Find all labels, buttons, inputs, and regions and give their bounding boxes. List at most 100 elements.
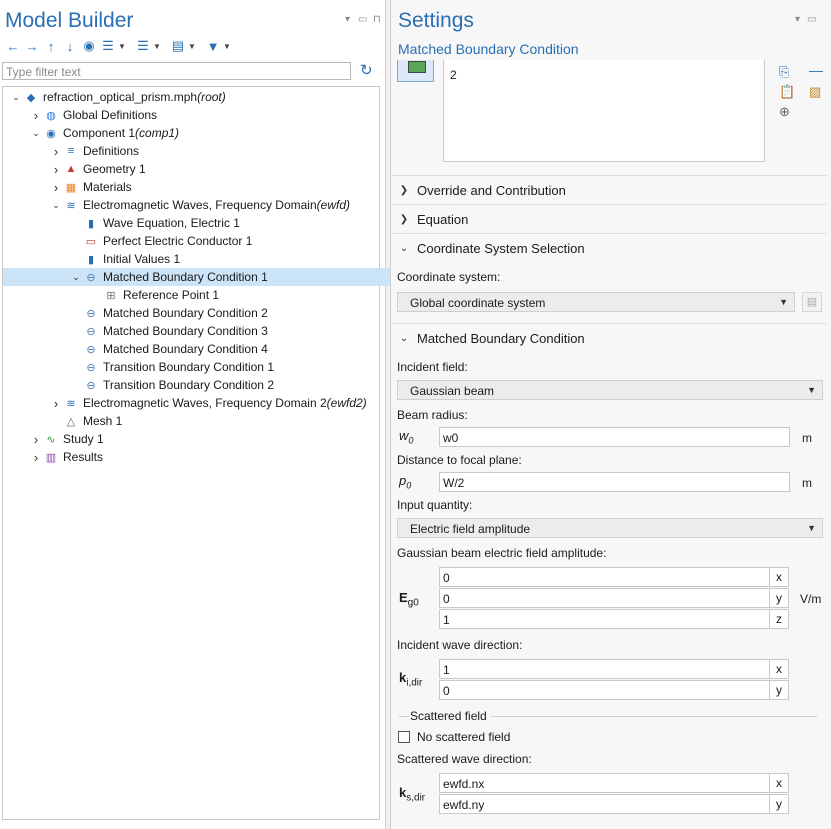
tree-node[interactable]: ⊖ Transition Boundary Condition 2 — [3, 376, 445, 394]
section-coordinate[interactable]: ⌄ Coordinate System Selection — [391, 233, 827, 262]
move-up-icon[interactable]: ↑ — [42, 38, 60, 54]
tree-node[interactable]: › ▥ Results — [3, 448, 405, 466]
selection-active-toggle[interactable] — [397, 60, 434, 82]
go-to-source-icon[interactable]: ▤ — [802, 292, 822, 312]
no-scattered-field-checkbox[interactable] — [398, 731, 410, 743]
tree-filter-input[interactable]: Type filter text — [2, 62, 351, 80]
chevron-down-icon: ⌄ — [399, 332, 409, 344]
coordinate-system-select[interactable]: Global coordinate system ▼ — [397, 292, 795, 312]
tree-node-label: Wave Equation, Electric 1 — [103, 216, 240, 230]
tree-node[interactable]: › ≡ Definitions — [3, 142, 425, 160]
minimize-icon[interactable]: ▭ — [358, 14, 367, 25]
tree-node[interactable]: ⊖ Matched Boundary Condition 2 — [3, 304, 445, 322]
component-icon: ◉ — [46, 127, 56, 140]
tree-node[interactable]: ⊖ Matched Boundary Condition 3 — [3, 322, 445, 340]
clear-selection-icon[interactable]: ▨ — [809, 84, 821, 100]
filter-dropdown-icon[interactable]: ▼ — [223, 38, 231, 54]
vector-component-input[interactable]: 1 — [439, 659, 770, 679]
tree-node[interactable]: ⌄ ◆ refraction_optical_prism.mph (root) — [3, 88, 385, 106]
refresh-icon[interactable]: ↻ — [360, 61, 373, 79]
focal-distance-input[interactable]: W/2 — [439, 472, 790, 492]
tree-node[interactable]: ⌄ ◉ Component 1 (comp1) — [3, 124, 405, 142]
chevron-right-icon[interactable]: › — [49, 396, 63, 411]
paste-icon[interactable]: 📋 — [779, 84, 795, 100]
move-down-icon[interactable]: ↓ — [61, 38, 79, 54]
incident-field-select[interactable]: Gaussian beam ▼ — [397, 380, 823, 400]
zoom-extents-icon[interactable]: ⊕ — [779, 104, 790, 120]
chevron-right-icon[interactable]: › — [49, 180, 63, 195]
tree-node[interactable]: ⊖ Transition Boundary Condition 1 — [3, 358, 445, 376]
list-dropdown-icon[interactable]: ▼ — [188, 38, 196, 54]
tree-node-label: Matched Boundary Condition 4 — [103, 342, 268, 356]
tree-node[interactable]: ⌄ ⊖ Matched Boundary Condition 1 — [3, 268, 445, 286]
vector-component-input[interactable]: ewfd.nx — [439, 773, 770, 793]
section-equation[interactable]: ❯ Equation — [391, 204, 827, 233]
expand-icon[interactable]: ☰ — [134, 38, 152, 54]
vector-component-label: x — [769, 773, 789, 793]
tree-node-label: Matched Boundary Condition 1 — [103, 270, 268, 284]
chevron-right-icon[interactable]: › — [29, 450, 43, 465]
tree-node-label: Transition Boundary Condition 1 — [103, 360, 274, 374]
chevron-right-icon: ❯ — [399, 213, 409, 225]
filter-icon[interactable]: ▼ — [204, 38, 222, 54]
tree-node[interactable]: › ▲ Geometry 1 — [3, 160, 425, 178]
chevron-right-icon[interactable]: › — [29, 432, 43, 447]
tree-node[interactable]: › ∿ Study 1 — [3, 430, 405, 448]
chevron-right-icon[interactable]: › — [49, 144, 63, 159]
vector-component-input[interactable]: 1 — [439, 609, 770, 629]
tree-node[interactable]: ⌄ ≋ Electromagnetic Waves, Frequency Domai… — [3, 196, 425, 214]
section-override-label: Override and Contribution — [417, 182, 566, 198]
selection-list[interactable]: 2 — [443, 60, 765, 162]
boundary-condition-icon: ⊖ — [86, 307, 96, 320]
view-menu-icon[interactable]: ▾ — [345, 14, 350, 25]
incident-field-value: Gaussian beam — [410, 384, 495, 398]
chevron-down-icon[interactable]: ⌄ — [9, 92, 23, 103]
section-matched[interactable]: ⌄ Matched Boundary Condition — [391, 323, 827, 352]
chevron-right-icon[interactable]: › — [29, 108, 43, 123]
globe-icon: ◍ — [46, 109, 56, 122]
beam-radius-input[interactable]: w0 — [439, 427, 790, 447]
tree-node[interactable]: ▮ Wave Equation, Electric 1 — [3, 214, 445, 232]
focal-distance-symbol: p0 — [399, 473, 412, 491]
pin-icon[interactable]: ⊓ — [373, 14, 381, 25]
chevron-down-icon[interactable]: ⌄ — [29, 128, 43, 139]
coordinate-system-label: Coordinate system: — [397, 270, 501, 284]
collapse-icon[interactable]: ☰ — [99, 38, 117, 54]
remove-icon[interactable]: — — [809, 62, 823, 78]
input-quantity-value: Electric field amplitude — [410, 522, 531, 536]
view-menu-icon[interactable]: ▾ — [795, 14, 800, 25]
chevron-down-icon[interactable]: ⌄ — [49, 200, 63, 211]
vector-component-label: y — [769, 680, 789, 700]
tree-node[interactable]: ▮ Initial Values 1 — [3, 250, 445, 268]
tree-node-label: Initial Values 1 — [103, 252, 181, 266]
show-icon[interactable]: ◉ — [80, 38, 98, 54]
selection-list-item[interactable]: 2 — [450, 68, 457, 82]
collapse-dropdown-icon[interactable]: ▼ — [118, 38, 126, 54]
tree-node[interactable]: › ▦ Materials — [3, 178, 425, 196]
tree-node-label: Materials — [83, 180, 132, 194]
minimize-icon[interactable]: ▭ — [807, 14, 816, 25]
dropdown-arrow-icon: ▼ — [807, 523, 816, 533]
tree-node[interactable]: △ Mesh 1 — [3, 412, 425, 430]
chevron-right-icon[interactable]: › — [49, 162, 63, 177]
dropdown-arrow-icon: ▼ — [807, 385, 816, 395]
vector-component-input[interactable]: ewfd.ny — [439, 794, 770, 814]
domain-feature-icon: ▮ — [87, 253, 95, 266]
copy-icon[interactable]: ⎘ — [779, 64, 789, 80]
input-quantity-select[interactable]: Electric field amplitude ▼ — [397, 518, 823, 538]
tree-node[interactable]: › ≋ Electromagnetic Waves, Frequency Domai… — [3, 394, 425, 412]
section-override[interactable]: ❯ Override and Contribution — [391, 175, 827, 204]
tree-node[interactable]: › ◍ Global Definitions — [3, 106, 405, 124]
vector-component-input[interactable]: 0 — [439, 680, 770, 700]
back-arrow-icon[interactable]: ← — [4, 38, 22, 54]
forward-arrow-icon[interactable]: → — [23, 38, 41, 54]
tree-node[interactable]: ▭ Perfect Electric Conductor 1 — [3, 232, 445, 250]
list-icon[interactable]: ▤ — [169, 38, 187, 54]
expand-dropdown-icon[interactable]: ▼ — [153, 38, 161, 54]
tree-node-label: Global Definitions — [63, 108, 158, 122]
chevron-down-icon[interactable]: ⌄ — [69, 272, 83, 283]
vector-component-input[interactable]: 0 — [439, 567, 770, 587]
tree-node[interactable]: ⊖ Matched Boundary Condition 4 — [3, 340, 445, 358]
tree-node-label: refraction_optical_prism.mph — [43, 90, 198, 104]
vector-component-input[interactable]: 0 — [439, 588, 770, 608]
